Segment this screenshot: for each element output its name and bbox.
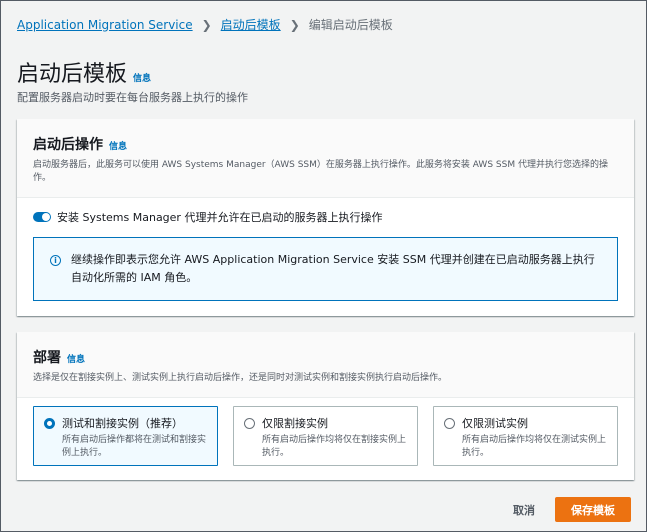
tile-description: 所有启动后操作均将仅在割接实例上执行。 bbox=[262, 435, 407, 458]
panel-title-row: 启动后操作 信息 bbox=[33, 134, 618, 154]
alert-text: 继续操作即表示您允许 AWS Application Migration Ser… bbox=[71, 253, 595, 284]
panel-info-link[interactable]: 信息 bbox=[109, 139, 127, 152]
deployment-panel: 部署 信息 选择是仅在割接实例上、测试实例上执行启动后操作，还是同时对测试实例和… bbox=[17, 332, 634, 480]
page-title: 启动后模板 bbox=[17, 62, 128, 87]
ssm-toggle-label: 安装 Systems Manager 代理并允许在已启动的服务器上执行操作 bbox=[57, 211, 383, 224]
panel-description: 启动服务器后，此服务可以使用 AWS Systems Manager（AWS S… bbox=[33, 160, 608, 183]
breadcrumb-current: 编辑启动后模板 bbox=[308, 18, 393, 32]
tile-label: 仅限割接实例 bbox=[262, 417, 328, 430]
radio-button[interactable] bbox=[44, 417, 55, 429]
breadcrumb-item-service[interactable]: Application Migration Service bbox=[17, 18, 193, 32]
radio-button[interactable] bbox=[244, 417, 255, 429]
form-actions: 取消 保存模板 bbox=[513, 497, 631, 522]
info-icon: i bbox=[50, 255, 61, 266]
ssm-toggle-row[interactable]: 安装 Systems Manager 代理并允许在已启动的服务器上执行操作 bbox=[33, 209, 382, 225]
tile-description: 所有启动后操作都将在测试和割接实例上执行。 bbox=[62, 435, 207, 458]
post-launch-actions-panel: 启动后操作 信息 启动服务器后，此服务可以使用 AWS Systems Mana… bbox=[17, 119, 634, 316]
save-template-button[interactable]: 保存模板 bbox=[555, 497, 631, 522]
tile-cutover-only[interactable]: 仅限割接实例 所有启动后操作均将仅在割接实例上执行。 bbox=[233, 406, 418, 466]
panel-description: 选择是仅在割接实例上、测试实例上执行启动后操作，还是同时对测试实例和割接实例执行… bbox=[33, 373, 448, 383]
panel-title-row: 部署 信息 bbox=[33, 347, 618, 367]
page-description: 配置服务器启动时要在每台服务器上执行的操作 bbox=[17, 91, 248, 104]
tile-label: 测试和割接实例（推荐） bbox=[62, 417, 183, 430]
info-alert: i 继续操作即表示您允许 AWS Application Migration S… bbox=[33, 237, 618, 301]
chevron-right-icon: ❯ bbox=[289, 17, 300, 32]
toggle-knob bbox=[42, 213, 50, 221]
tile-header: 测试和割接实例（推荐） bbox=[44, 415, 207, 431]
panel-header: 部署 信息 选择是仅在割接实例上、测试实例上执行启动后操作，还是同时对测试实例和… bbox=[17, 332, 634, 398]
panel-title: 启动后操作 bbox=[33, 137, 103, 153]
panel-info-link[interactable]: 信息 bbox=[67, 352, 85, 365]
page-info-link[interactable]: 信息 bbox=[133, 71, 151, 84]
tile-test-only[interactable]: 仅限测试实例 所有启动后操作均将仅在测试实例上执行。 bbox=[433, 406, 618, 466]
tile-description: 所有启动后操作均将仅在测试实例上执行。 bbox=[462, 435, 607, 458]
deployment-options: 测试和割接实例（推荐） 所有启动后操作都将在测试和割接实例上执行。 仅限割接实例… bbox=[33, 406, 618, 466]
breadcrumb: Application Migration Service ❯ 启动后模板 ❯ … bbox=[17, 16, 393, 33]
tile-header: 仅限测试实例 bbox=[444, 415, 607, 431]
cancel-button[interactable]: 取消 bbox=[513, 502, 535, 518]
ssm-toggle[interactable] bbox=[33, 212, 51, 222]
tile-label: 仅限测试实例 bbox=[462, 417, 528, 430]
page-header: 启动后模板 信息 bbox=[17, 56, 151, 88]
tile-header: 仅限割接实例 bbox=[244, 415, 407, 431]
chevron-right-icon: ❯ bbox=[201, 17, 212, 32]
tile-test-and-cutover[interactable]: 测试和割接实例（推荐） 所有启动后操作都将在测试和割接实例上执行。 bbox=[33, 406, 218, 466]
panel-header: 启动后操作 信息 启动服务器后，此服务可以使用 AWS Systems Mana… bbox=[17, 119, 634, 198]
radio-button[interactable] bbox=[444, 417, 455, 429]
breadcrumb-item-template[interactable]: 启动后模板 bbox=[221, 16, 281, 33]
panel-title: 部署 bbox=[33, 350, 61, 366]
